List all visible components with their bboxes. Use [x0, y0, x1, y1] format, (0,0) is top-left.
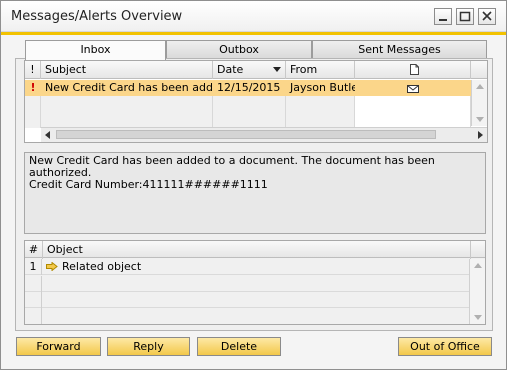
maximize-icon [459, 11, 471, 22]
col-attachment[interactable] [355, 61, 471, 79]
row-subject: New Credit Card has been added [45, 81, 213, 94]
scroll-up-icon [474, 263, 482, 268]
envelope-icon [407, 85, 419, 93]
object-empty-row [25, 276, 471, 292]
col-from[interactable]: From [286, 61, 355, 79]
col-object[interactable]: Object [43, 241, 471, 259]
tab-outbox-label: Outbox [219, 43, 259, 56]
document-icon [410, 64, 419, 75]
message-body[interactable]: New Credit Card has been added to a docu… [24, 152, 486, 234]
tab-outbox[interactable]: Outbox [166, 40, 312, 59]
window-title: Messages/Alerts Overview [11, 9, 183, 24]
tab-sent-label: Sent Messages [358, 43, 441, 56]
priority-flag: ! [30, 81, 36, 94]
inbox-row-selected[interactable]: ! New Credit Card has been added 12/15/2… [25, 80, 471, 96]
inbox-horizontal-scrollbar[interactable] [41, 127, 487, 142]
tab-inbox[interactable]: Inbox [25, 40, 166, 60]
objects-grid-header: # Object [25, 241, 485, 259]
row-from: Jayson Butler [290, 81, 355, 94]
inbox-grid-header: ! Subject Date From [25, 61, 487, 79]
col-date[interactable]: Date [213, 61, 286, 79]
scroll-thumb[interactable] [56, 130, 436, 139]
col-subject[interactable]: Subject [41, 61, 213, 79]
tab-sent-messages[interactable]: Sent Messages [312, 40, 487, 59]
messages-window: Messages/Alerts Overview Inbox Outbox Se… [0, 0, 507, 370]
scroll-right-icon [478, 131, 483, 139]
inbox-empty-row [25, 96, 471, 112]
out-of-office-button[interactable]: Out of Office [398, 337, 492, 356]
scroll-up-icon [476, 84, 484, 89]
object-label: Related object [62, 260, 142, 273]
minimize-icon [439, 19, 447, 21]
scroll-down-icon [476, 117, 484, 122]
inbox-grid: ! Subject Date From ! New Credit Card ha… [24, 60, 488, 143]
delete-button[interactable]: Delete [197, 337, 281, 356]
sort-desc-icon [273, 67, 281, 72]
message-line-1: New Credit Card has been added to a docu… [29, 154, 435, 179]
forward-button[interactable]: Forward [16, 337, 101, 356]
arrow-right-icon[interactable] [46, 261, 58, 272]
row-envelope[interactable] [355, 80, 471, 96]
close-button[interactable] [478, 8, 496, 25]
minimize-button[interactable] [434, 8, 452, 25]
col-priority[interactable]: ! [25, 61, 41, 79]
tab-strip: Inbox Outbox Sent Messages [25, 40, 487, 60]
row-date: 12/15/2015 [217, 81, 281, 94]
message-line-2: Credit Card Number:411111######1111 [29, 178, 268, 191]
object-row[interactable]: 1 Related object [25, 259, 471, 275]
inbox-vertical-scrollbar[interactable] [471, 80, 487, 126]
object-empty-row [25, 308, 471, 324]
scroll-down-icon [474, 315, 482, 320]
inbox-empty-row [25, 112, 471, 128]
reply-button[interactable]: Reply [107, 337, 190, 356]
object-empty-row [25, 292, 471, 308]
object-row-number: 1 [25, 259, 42, 275]
tab-inbox-label: Inbox [80, 43, 111, 56]
maximize-button[interactable] [456, 8, 474, 25]
objects-grid: # Object 1 Related object [24, 240, 486, 325]
title-bar[interactable]: Messages/Alerts Overview [1, 1, 506, 32]
accent-bar [1, 32, 506, 35]
scroll-left-icon [45, 131, 50, 139]
close-icon [482, 11, 492, 21]
object-row-cell: Related object [43, 259, 471, 275]
col-date-label: Date [217, 63, 244, 76]
objects-vertical-scrollbar[interactable] [469, 259, 485, 324]
col-number[interactable]: # [25, 241, 43, 259]
